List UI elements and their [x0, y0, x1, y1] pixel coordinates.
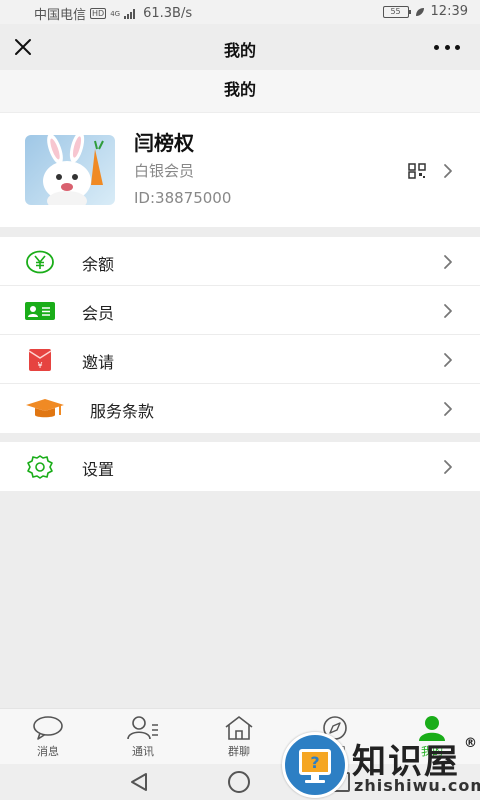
- watermark-logo: ?: [282, 732, 348, 798]
- signal-icon: [124, 8, 136, 19]
- chevron-right-icon: [444, 460, 452, 474]
- yen-circle-icon: [26, 250, 54, 274]
- chevron-right-icon: [444, 304, 452, 318]
- tab-label: 群聊: [228, 745, 250, 758]
- status-bar: 中国电信 HD 4G 61.3B/s 55 12:39: [0, 0, 480, 24]
- watermark-url: zhishiwu.com: [354, 776, 480, 795]
- chat-bubble-icon: [33, 716, 63, 740]
- chevron-right-icon: [444, 255, 452, 269]
- tab-messages[interactable]: 消息: [18, 713, 78, 763]
- qr-code-icon[interactable]: [408, 163, 426, 179]
- rabbit-avatar-icon: [43, 135, 104, 205]
- tab-label: 消息: [37, 745, 59, 758]
- nav-title: 我的: [223, 41, 256, 60]
- network-speed: 61.3B/s: [143, 6, 193, 21]
- navigation-bar: 我的: [0, 24, 480, 70]
- home-circle-icon[interactable]: [228, 771, 250, 793]
- watermark: ? 知识屋 ® zhishiwu.com: [282, 732, 480, 800]
- more-icon: [434, 44, 439, 50]
- menu-label: 设置: [82, 460, 115, 479]
- user-id: ID:38875000: [134, 189, 232, 207]
- hd-badge: HD: [90, 8, 107, 19]
- gear-icon: [27, 455, 53, 479]
- profile-name: 闫榜权: [134, 131, 194, 155]
- menu-item-balance[interactable]: 余额: [0, 237, 480, 286]
- menu-group-main: 余额 会员 ¥ 邀请 服务条款: [0, 237, 480, 433]
- tab-contacts[interactable]: 通讯: [113, 713, 173, 763]
- menu-item-terms[interactable]: 服务条款: [0, 384, 480, 433]
- network-type: 4G: [110, 9, 121, 18]
- tab-label: 通讯: [132, 745, 154, 758]
- question-monitor-icon: ?: [299, 749, 331, 783]
- membership-level: 白银会员: [134, 162, 195, 180]
- menu-label: 服务条款: [90, 402, 155, 421]
- home-icon: [225, 716, 253, 740]
- menu-item-settings[interactable]: 设置: [0, 442, 480, 491]
- menu-group-settings: 设置: [0, 442, 480, 491]
- menu-item-invite[interactable]: ¥ 邀请: [0, 335, 480, 384]
- menu-label: 余额: [82, 255, 115, 274]
- profile-card[interactable]: 闫榜权 白银会员 ID:38875000: [0, 113, 480, 227]
- menu-label: 邀请: [82, 353, 115, 372]
- leaf-icon: [415, 7, 424, 16]
- svg-text:?: ?: [310, 753, 319, 772]
- registered-mark: ®: [464, 736, 477, 751]
- tab-groups[interactable]: 群聊: [209, 713, 269, 763]
- menu-label: 会员: [82, 304, 115, 323]
- chevron-right-icon: [444, 164, 452, 178]
- close-button[interactable]: [12, 36, 34, 58]
- more-button[interactable]: [434, 37, 460, 57]
- menu-item-member[interactable]: 会员: [0, 286, 480, 335]
- close-icon: [15, 39, 31, 55]
- contacts-icon: [127, 716, 158, 740]
- graduation-cap-icon: [26, 399, 64, 418]
- back-triangle-icon[interactable]: [128, 771, 150, 793]
- page-title: 我的: [0, 70, 480, 112]
- avatar[interactable]: [25, 135, 115, 205]
- chevron-right-icon: [444, 353, 452, 367]
- chevron-right-icon: [444, 402, 452, 416]
- battery-icon: 55: [382, 5, 411, 18]
- red-envelope-icon: ¥: [28, 349, 52, 371]
- svg-text:¥: ¥: [37, 361, 42, 370]
- member-card-icon: [25, 302, 55, 320]
- carrier-label: 中国电信: [34, 8, 87, 23]
- clock: 12:39: [430, 4, 468, 19]
